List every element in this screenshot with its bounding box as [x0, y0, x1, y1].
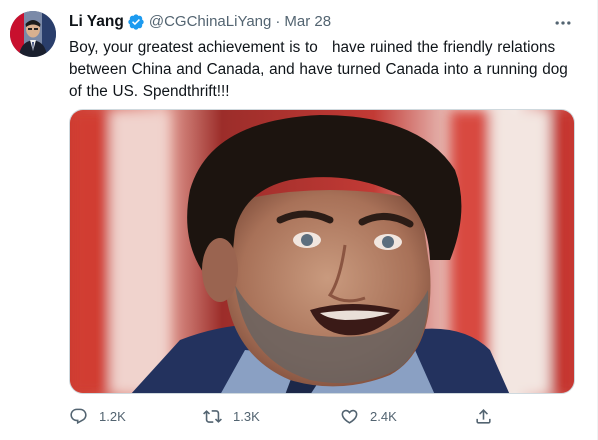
tweet-date[interactable]: Mar 28 — [284, 12, 331, 32]
author-handle[interactable]: @CGChinaLiYang — [149, 12, 272, 32]
avatar-photo — [10, 11, 56, 57]
heart-icon — [341, 409, 358, 424]
tweet-photo — [70, 110, 574, 393]
tweet-media-photo[interactable] — [69, 109, 575, 394]
tweet-actions: 1.2K 1.3K 2.4K — [69, 404, 499, 428]
tweet: Li Yang @CGChinaLiYang · Mar 28 Boy, you… — [0, 0, 598, 440]
reply-button[interactable]: 1.2K — [69, 404, 126, 428]
more-options-icon[interactable] — [551, 14, 575, 32]
like-count: 2.4K — [370, 408, 397, 424]
retweet-button[interactable]: 1.3K — [203, 404, 260, 428]
share-button[interactable] — [474, 404, 493, 428]
like-button[interactable]: 2.4K — [340, 404, 397, 428]
avatar[interactable] — [10, 11, 56, 57]
separator-dot: · — [275, 13, 281, 30]
retweet-count: 1.3K — [233, 408, 260, 424]
reply-icon — [70, 408, 87, 424]
verified-badge-icon — [127, 13, 145, 31]
tweet-text: Boy, your greatest achievement is to hav… — [69, 39, 573, 100]
tweet-header: Li Yang @CGChinaLiYang · Mar 28 — [69, 12, 331, 32]
author-name[interactable]: Li Yang — [69, 12, 124, 32]
retweet-icon — [203, 409, 222, 423]
reply-count: 1.2K — [99, 408, 126, 424]
share-icon — [476, 408, 491, 424]
